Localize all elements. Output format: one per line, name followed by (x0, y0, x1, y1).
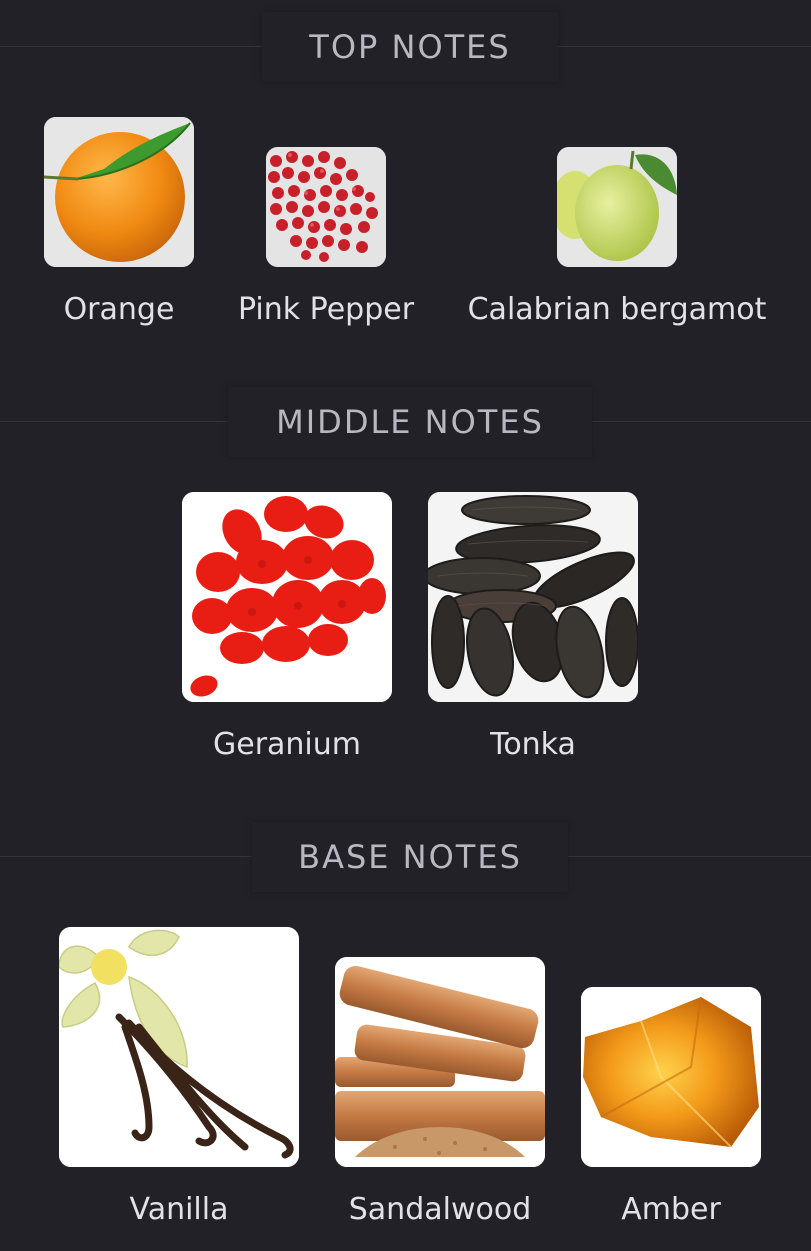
vanilla-icon (59, 927, 299, 1167)
note-label: Vanilla (129, 1192, 229, 1227)
note-label: Sandalwood (348, 1192, 532, 1227)
section-title: BASE NOTES (298, 838, 522, 876)
note-label: Geranium (212, 727, 362, 762)
note-label: Amber (621, 1192, 721, 1227)
base-notes-title-box: BASE NOTES (252, 822, 568, 892)
middle-notes-header: MIDDLE NOTES (0, 387, 811, 457)
base-notes-header: BASE NOTES (0, 822, 811, 892)
amber-icon (581, 987, 761, 1167)
tonka-icon (428, 492, 638, 702)
top-notes-title-box: TOP NOTES (262, 12, 558, 82)
note-label: Calabrian bergamot (467, 292, 767, 327)
note-label: Orange (63, 292, 175, 327)
section-title: TOP NOTES (309, 28, 511, 66)
pink-pepper-icon (266, 147, 386, 267)
note-label: Tonka (490, 727, 576, 762)
note-label: Pink Pepper (237, 292, 415, 327)
top-notes-header: TOP NOTES (0, 12, 811, 82)
geranium-icon (182, 492, 392, 702)
orange-icon (44, 117, 194, 267)
sandalwood-icon (335, 957, 545, 1167)
section-title: MIDDLE NOTES (276, 403, 544, 441)
bergamot-icon (557, 147, 677, 267)
middle-notes-title-box: MIDDLE NOTES (228, 387, 592, 457)
